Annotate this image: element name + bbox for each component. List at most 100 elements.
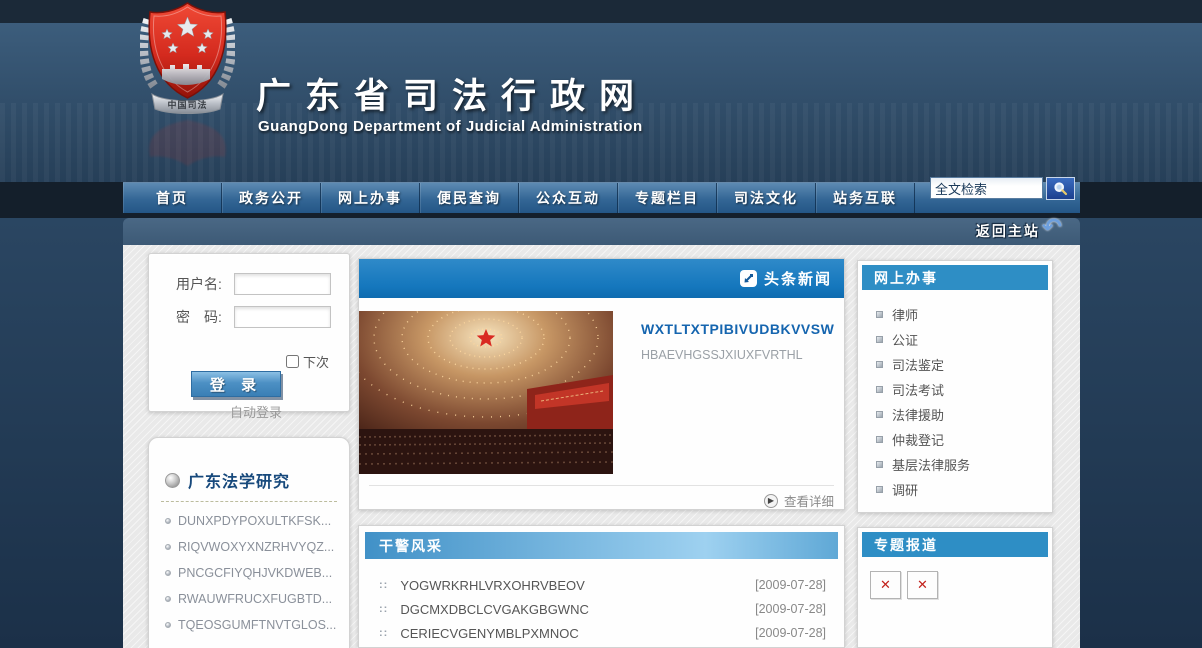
research-item-label: DUNXPDYPOXULTKFSK...: [178, 514, 331, 528]
nav-item[interactable]: 公众互动: [519, 183, 618, 213]
research-list-item[interactable]: RIQVWOXYXNZRHVYQZ...: [149, 534, 349, 560]
headline-header-bar: 头条新闻: [359, 259, 844, 298]
sphere-bullet-icon: [165, 473, 180, 488]
online-services-panel: 网上办事 律师 公证 司法鉴定 司法考试 法律援助 仲裁登记 基层法: [857, 260, 1053, 513]
return-home-link[interactable]: 返回主站 ↶: [976, 221, 1062, 241]
research-header: 广东法学研究: [188, 468, 290, 492]
headline-header[interactable]: 头条新闻: [764, 268, 832, 289]
colon-bullet-icon: ::: [379, 627, 388, 639]
services-item-label: 司法考试: [892, 380, 944, 399]
services-list-item[interactable]: 法律援助: [862, 402, 1048, 427]
broken-image-icon[interactable]: ✕: [870, 571, 901, 599]
officers-item-title[interactable]: DGCMXDBCLCVGAKGBGWNC: [400, 602, 755, 617]
special-reports-panel: 专题报道 ✕ ✕: [857, 527, 1053, 648]
remember-label: 下次: [303, 352, 329, 371]
research-item-label: TQEOSGUMFTNVTGLOS...: [178, 618, 336, 632]
services-item-label: 调研: [892, 480, 918, 499]
back-arrow-icon: ↶: [1042, 219, 1062, 237]
colon-bullet-icon: ::: [379, 603, 388, 615]
remember-checkbox[interactable]: [286, 355, 299, 368]
search-button[interactable]: [1046, 177, 1075, 200]
search-icon: [1053, 181, 1068, 196]
research-list-item[interactable]: RWAUWFRUCXFUGBTD...: [149, 586, 349, 612]
square-bullet-icon: [876, 311, 883, 318]
special-header: 专题报道: [862, 532, 1048, 557]
password-field[interactable]: [234, 306, 331, 328]
research-list-item[interactable]: PNCGCFIYQHJVKDWEB...: [149, 560, 349, 586]
services-list-item[interactable]: 律师: [862, 302, 1048, 327]
officers-item-date: [2009-07-28]: [755, 626, 826, 640]
nav-item[interactable]: 首页: [123, 183, 222, 213]
research-item-label: RIQVWOXYXNZRHVYQZ...: [178, 540, 334, 554]
services-item-label: 公证: [892, 330, 918, 349]
sub-band: 返回主站 ↶: [123, 218, 1080, 245]
dashed-divider: [161, 501, 337, 502]
research-item-label: RWAUWFRUCXFUGBTD...: [178, 592, 332, 606]
officers-header: 干警风采: [365, 532, 838, 559]
research-item-label: PNCGCFIYQHJVKDWEB...: [178, 566, 332, 580]
site-subtitle: GuangDong Department of Judicial Adminis…: [258, 118, 643, 135]
username-field[interactable]: [234, 273, 331, 295]
logo-banner-text: 中国司法: [167, 99, 207, 110]
research-list: DUNXPDYPOXULTKFSK... RIQVWOXYXNZRHVYQZ..…: [149, 508, 349, 638]
services-list-item[interactable]: 公证: [862, 327, 1048, 352]
services-item-label: 仲裁登记: [892, 430, 944, 449]
square-bullet-icon: [876, 486, 883, 493]
services-item-label: 司法鉴定: [892, 355, 944, 374]
square-bullet-icon: [876, 361, 883, 368]
play-arrow-icon: ▶: [764, 494, 778, 508]
nav-item[interactable]: 政务公开: [222, 183, 321, 213]
dot-bullet-icon: [165, 596, 171, 602]
services-list-item[interactable]: 仲裁登记: [862, 427, 1048, 452]
dot-bullet-icon: [165, 570, 171, 576]
nav-item[interactable]: 司法文化: [717, 183, 816, 213]
research-list-item[interactable]: DUNXPDYPOXULTKFSK...: [149, 508, 349, 534]
colon-bullet-icon: ::: [379, 579, 388, 591]
site-title: 广东省司法行政网: [256, 68, 648, 119]
search-area: [930, 177, 1075, 200]
services-list-item[interactable]: 司法考试: [862, 377, 1048, 402]
headline-news-panel: 头条新闻: [358, 258, 845, 510]
news-arrow-icon: [740, 270, 757, 287]
justice-emblem-logo: 中国司法: [140, 0, 235, 119]
services-item-label: 法律援助: [892, 405, 944, 424]
officers-list-item[interactable]: :: YOGWRKRHLVRXOHRVBEOV [2009-07-28]: [365, 573, 838, 597]
return-home-label: 返回主站: [976, 221, 1040, 241]
officers-list-item[interactable]: :: CERIECVGENYMBLPXMNOC [2009-07-28]: [365, 621, 838, 645]
officers-item-title[interactable]: YOGWRKRHLVRXOHRVBEOV: [400, 578, 755, 593]
broken-image-icon[interactable]: ✕: [907, 571, 938, 599]
username-label: 用户名:: [176, 274, 234, 294]
square-bullet-icon: [876, 461, 883, 468]
officers-list-item[interactable]: :: DGCMXDBCLCVGAKGBGWNC [2009-07-28]: [365, 597, 838, 621]
nav-item[interactable]: 便民查询: [420, 183, 519, 213]
services-list: 律师 公证 司法鉴定 司法考试 法律援助 仲裁登记 基层法律服务: [862, 302, 1048, 502]
nav-item[interactable]: 站务互联: [816, 183, 915, 213]
content-area: 用户名: 密 码: 下次 登 录 自动登录 广东法学研究 DUNXPDYPOXU…: [123, 245, 1080, 648]
square-bullet-icon: [876, 336, 883, 343]
officers-item-title[interactable]: CERIECVGENYMBLPXMNOC: [400, 626, 755, 641]
officers-panel: 干警风采 :: YOGWRKRHLVRXOHRVBEOV [2009-07-28…: [358, 525, 845, 648]
nav-item[interactable]: 专题栏目: [618, 183, 717, 213]
services-list-item[interactable]: 调研: [862, 477, 1048, 502]
research-panel: 广东法学研究 DUNXPDYPOXULTKFSK... RIQVWOXYXNZR…: [148, 437, 350, 648]
dot-bullet-icon: [165, 544, 171, 550]
login-button[interactable]: 登 录: [191, 371, 281, 397]
square-bullet-icon: [876, 436, 883, 443]
officers-item-date: [2009-07-28]: [755, 602, 826, 616]
services-header: 网上办事: [862, 265, 1048, 290]
headline-title[interactable]: WXTLTXTPIBIVUDBKVVSW: [641, 321, 836, 337]
services-list-item[interactable]: 基层法律服务: [862, 452, 1048, 477]
research-list-item[interactable]: TQEOSGUMFTNVTGLOS...: [149, 612, 349, 638]
headline-photo[interactable]: [359, 311, 613, 474]
officers-item-date: [2009-07-28]: [755, 578, 826, 592]
services-item-label: 律师: [892, 305, 918, 324]
services-list-item[interactable]: 司法鉴定: [862, 352, 1048, 377]
dot-bullet-icon: [165, 518, 171, 524]
view-details-link[interactable]: 查看详细: [784, 491, 834, 510]
search-input[interactable]: [930, 177, 1043, 199]
services-item-label: 基层法律服务: [892, 455, 970, 474]
auto-login-link[interactable]: 自动登录: [201, 402, 311, 421]
headline-summary: HBAEVHGSSJXIUXFVRTHL: [641, 348, 836, 362]
nav-item[interactable]: 网上办事: [321, 183, 420, 213]
logo-reflection: [140, 118, 235, 178]
